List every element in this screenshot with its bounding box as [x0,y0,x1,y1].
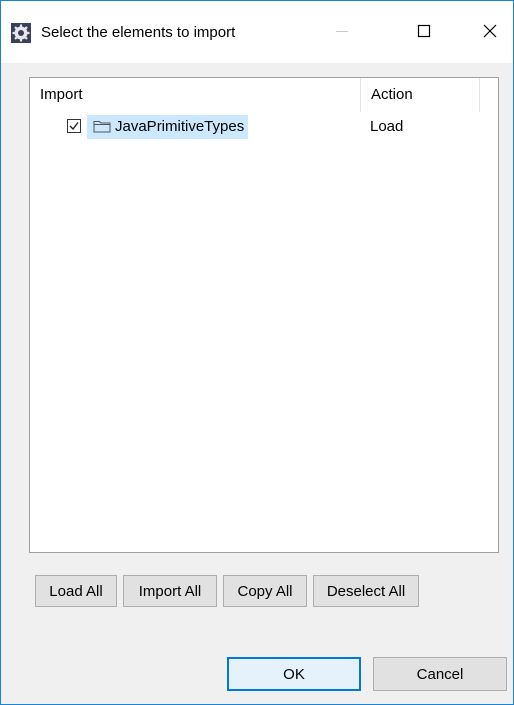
tree-row-checkbox[interactable] [67,119,81,133]
close-button[interactable] [467,15,513,51]
deselect-all-button[interactable]: Deselect All [313,575,419,607]
ok-button[interactable]: OK [227,657,361,691]
import-tree-table[interactable]: Import Action JavaPrimitiveTypes Load [29,77,499,553]
title-bar[interactable]: Select the elements to import [1,1,513,63]
eclipse-gear-icon [11,23,31,43]
cancel-button[interactable]: Cancel [373,657,507,691]
close-icon [482,23,498,43]
checkmark-icon [69,122,79,131]
load-all-button[interactable]: Load All [35,575,117,607]
tree-row-action: Load [370,118,404,135]
maximize-icon [417,24,431,42]
column-header-import[interactable]: Import [30,78,360,112]
dialog-title: Select the elements to import [41,24,236,41]
tree-row-label[interactable]: JavaPrimitiveTypes [87,115,249,139]
maximize-button[interactable] [401,15,447,51]
folder-icon [93,119,111,137]
column-header-action[interactable]: Action [360,78,480,112]
copy-all-button[interactable]: Copy All [223,575,307,607]
minimize-button[interactable] [319,15,365,51]
tree-row[interactable]: JavaPrimitiveTypes Load [30,114,496,140]
import-all-button[interactable]: Import All [123,575,217,607]
minimize-icon [335,24,349,42]
import-dialog: Select the elements to import Import Act… [0,0,514,705]
